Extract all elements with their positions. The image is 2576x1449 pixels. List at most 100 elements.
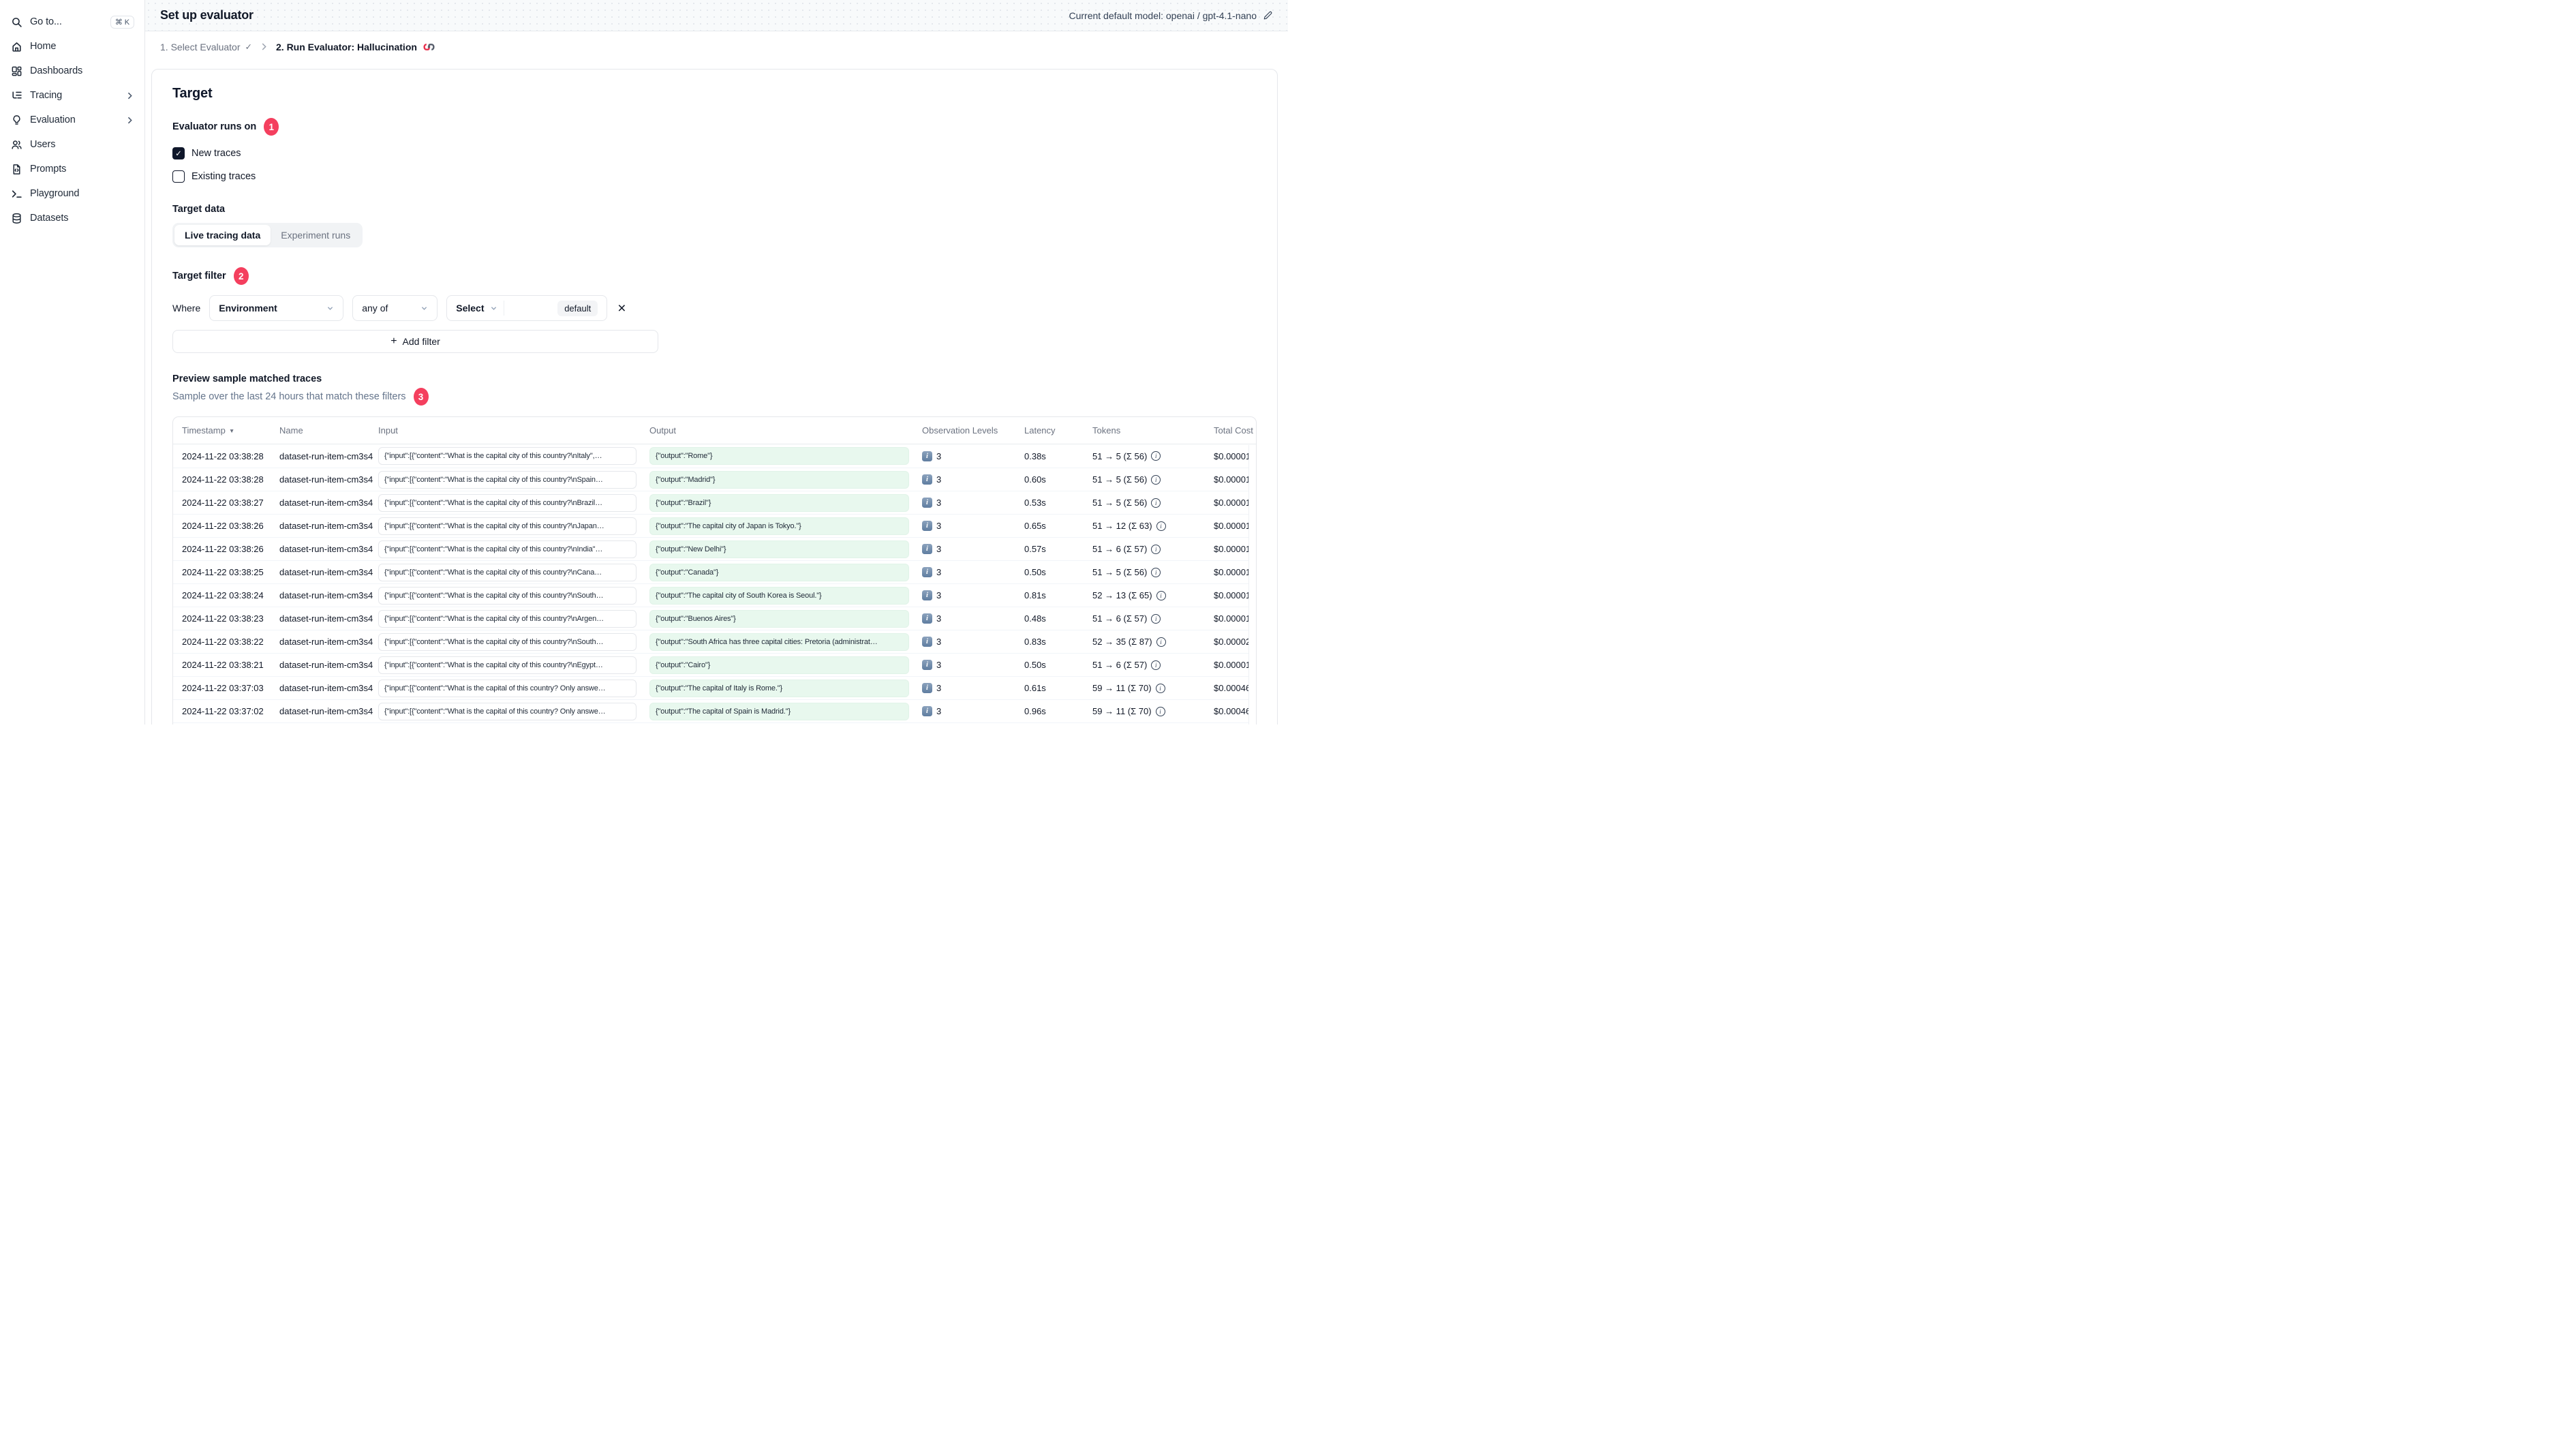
table-row[interactable]: 2024-11-22 03:38:26 dataset-run-item-cm3… <box>173 537 1256 560</box>
table-row[interactable]: 2024-11-22 03:38:21 dataset-run-item-cm3… <box>173 653 1256 676</box>
table-row[interactable]: 2024-11-22 03:38:24 dataset-run-item-cm3… <box>173 583 1256 607</box>
token-info-icon: i <box>1151 498 1161 508</box>
sidebar-item-prompts[interactable]: Prompts <box>0 157 144 181</box>
observation-level-info-icon: i <box>922 660 932 670</box>
add-filter-button[interactable]: + Add filter <box>172 330 658 353</box>
latency-cell: 0.57s <box>1024 544 1046 554</box>
edit-model-pencil-icon[interactable] <box>1263 10 1273 20</box>
column-header-timestamp[interactable]: Timestamp ▼ <box>173 425 275 436</box>
sidebar-item-playground[interactable]: Playground <box>0 181 144 206</box>
checkbox-existing-traces[interactable]: Existing traces <box>172 167 1257 185</box>
column-header-observation-levels[interactable]: Observation Levels <box>918 425 1020 436</box>
filter-value-chip-default[interactable]: default <box>557 300 598 316</box>
observation-levels-cell: i 3 <box>918 567 1020 577</box>
table-row[interactable]: 2024-11-22 03:38:28 dataset-run-item-cm3… <box>173 468 1256 491</box>
column-header-input[interactable]: Input <box>374 425 645 436</box>
table-row[interactable]: 2024-11-22 03:37:03 dataset-run-item-cm3… <box>173 676 1256 699</box>
sidebar-item-evaluation[interactable]: Evaluation <box>0 108 144 132</box>
sidebar-item-go-to[interactable]: Go to... ⌘ K <box>0 10 144 34</box>
output-json-chip[interactable]: {"output":"The capital of Italy is Rome.… <box>649 679 909 697</box>
sidebar-item-label: Evaluation <box>30 115 76 125</box>
name-cell: dataset-run-item-cm3s4 <box>279 521 373 531</box>
observation-levels-cell: i 3 <box>918 474 1020 485</box>
table-row[interactable]: 2024-11-22 03:37:01 dataset-run-item-cm3… <box>173 722 1256 724</box>
column-header-latency[interactable]: Latency <box>1020 425 1088 436</box>
chevron-right-icon <box>125 116 134 125</box>
latency-cell: 0.50s <box>1024 567 1046 577</box>
output-json-chip[interactable]: {"output":"The capital city of Japan is … <box>649 517 909 535</box>
lightbulb-icon <box>10 114 22 126</box>
table-row[interactable]: 2024-11-22 03:37:02 dataset-run-item-cm3… <box>173 699 1256 722</box>
column-header-tokens[interactable]: Tokens <box>1088 425 1210 436</box>
input-cell: {"input":[{"content":"What is the capita… <box>374 517 645 535</box>
sidebar-item-home[interactable]: Home <box>0 34 144 59</box>
observation-levels-cell: i 3 <box>918 451 1020 461</box>
filter-value-select[interactable]: Select default <box>446 295 608 321</box>
output-json-chip[interactable]: {"output":"Madrid"} <box>649 470 909 489</box>
table-row[interactable]: 2024-11-22 03:38:28 dataset-run-item-cm3… <box>173 444 1256 468</box>
remove-filter-icon[interactable]: × <box>616 301 627 316</box>
input-cell: {"input":[{"content":"What is the capita… <box>374 586 645 605</box>
input-json-chip[interactable]: {"input":[{"content":"What is the capita… <box>378 679 637 697</box>
preview-subtitle-row: Sample over the last 24 hours that match… <box>172 388 1257 406</box>
checkbox-unchecked-icon[interactable] <box>172 170 185 183</box>
observation-level-info-icon: i <box>922 544 932 554</box>
sidebar-item-dashboards[interactable]: Dashboards <box>0 59 144 83</box>
column-header-name[interactable]: Name <box>275 425 374 436</box>
output-json-chip[interactable]: {"output":"Canada"} <box>649 563 909 581</box>
sidebar-item-datasets[interactable]: Datasets <box>0 206 144 230</box>
input-json-chip[interactable]: {"input":[{"content":"What is the capita… <box>378 609 637 628</box>
sidebar-item-users[interactable]: Users <box>0 132 144 157</box>
input-json-chip[interactable]: {"input":[{"content":"What is the capita… <box>378 563 637 581</box>
latency-cell: 0.48s <box>1024 613 1046 624</box>
column-header-output[interactable]: Output <box>645 425 918 436</box>
table-body: 2024-11-22 03:38:28 dataset-run-item-cm3… <box>173 444 1256 724</box>
name-cell: dataset-run-item-cm3s4 <box>279 451 373 461</box>
table-vertical-scrollbar[interactable] <box>1248 445 1256 724</box>
input-json-chip[interactable]: {"input":[{"content":"What is the capita… <box>378 632 637 651</box>
table-row[interactable]: 2024-11-22 03:38:25 dataset-run-item-cm3… <box>173 560 1256 583</box>
input-json-chip[interactable]: {"input":[{"content":"What is the capita… <box>378 493 637 512</box>
tab-live-tracing-data[interactable]: Live tracing data <box>174 225 271 245</box>
output-json-chip[interactable]: {"output":"The capital of Spain is Madri… <box>649 702 909 720</box>
sidebar-item-label: Datasets <box>30 213 69 224</box>
table-row[interactable]: 2024-11-22 03:38:22 dataset-run-item-cm3… <box>173 630 1256 653</box>
output-json-chip[interactable]: {"output":"New Delhi"} <box>649 540 909 558</box>
output-json-chip[interactable]: {"output":"Rome"} <box>649 447 909 465</box>
checkbox-new-traces[interactable]: ✓ New traces <box>172 144 1257 162</box>
filter-column-select[interactable]: Environment <box>209 295 344 321</box>
output-json-chip[interactable]: {"output":"Buenos Aires"} <box>649 609 909 628</box>
input-json-chip[interactable]: {"input":[{"content":"What is the capita… <box>378 702 637 720</box>
filter-operator-select[interactable]: any of <box>352 295 438 321</box>
latency-cell: 0.61s <box>1024 683 1046 693</box>
breadcrumb-step-1[interactable]: 1. Select Evaluator ✓ <box>160 42 252 52</box>
tokens-cell: 51 → 5 (Σ 56) i <box>1088 498 1210 508</box>
column-header-total-cost[interactable]: Total Cost <box>1210 425 1256 436</box>
output-json-chip[interactable]: {"output":"South Africa has three capita… <box>649 632 909 651</box>
input-json-chip[interactable]: {"input":[{"content":"What is the capita… <box>378 447 637 465</box>
input-json-chip[interactable]: {"input":[{"content":"What is the capita… <box>378 586 637 605</box>
observation-levels-cell: i 3 <box>918 706 1020 716</box>
checkbox-checked-icon[interactable]: ✓ <box>172 147 185 159</box>
input-json-chip[interactable]: {"input":[{"content":"What is the capita… <box>378 656 637 674</box>
name-cell: dataset-run-item-cm3s4 <box>279 706 373 716</box>
sidebar-item-tracing[interactable]: Tracing <box>0 83 144 108</box>
name-cell: dataset-run-item-cm3s4 <box>279 567 373 577</box>
table-row[interactable]: 2024-11-22 03:38:23 dataset-run-item-cm3… <box>173 607 1256 630</box>
observation-levels-cell: i 3 <box>918 613 1020 624</box>
input-json-chip[interactable]: {"input":[{"content":"What is the capita… <box>378 470 637 489</box>
output-json-chip[interactable]: {"output":"Brazil"} <box>649 493 909 512</box>
output-cell: {"output":"The capital of Italy is Rome.… <box>645 679 918 697</box>
table-row[interactable]: 2024-11-22 03:38:26 dataset-run-item-cm3… <box>173 514 1256 537</box>
input-json-chip[interactable]: {"input":[{"content":"What is the capita… <box>378 517 637 535</box>
input-json-chip[interactable]: {"input":[{"content":"What is the capita… <box>378 540 637 558</box>
table-row[interactable]: 2024-11-22 03:38:27 dataset-run-item-cm3… <box>173 491 1256 514</box>
input-cell: {"input":[{"content":"What is the capita… <box>374 632 645 651</box>
tab-experiment-runs[interactable]: Experiment runs <box>271 225 361 245</box>
input-cell: {"input":[{"content":"What is the capita… <box>374 656 645 674</box>
input-cell: {"input":[{"content":"What is the capita… <box>374 493 645 512</box>
output-json-chip[interactable]: {"output":"Cairo"} <box>649 656 909 674</box>
observation-level-info-icon: i <box>922 521 932 531</box>
output-json-chip[interactable]: {"output":"The capital city of South Kor… <box>649 586 909 605</box>
evaluator-knot-icon <box>423 42 435 52</box>
